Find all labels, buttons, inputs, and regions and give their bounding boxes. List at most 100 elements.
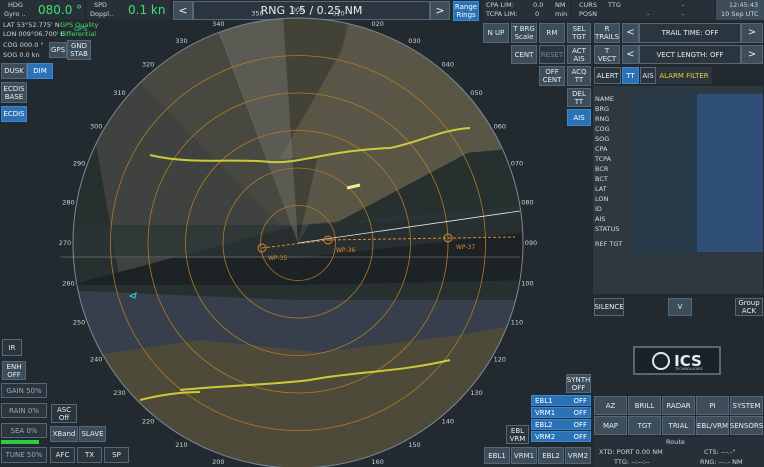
reset-button[interactable]: RESET <box>539 45 565 64</box>
menu-button-tgt[interactable]: TGT <box>628 416 661 435</box>
logo-mark-icon <box>652 351 671 370</box>
bearing-label-040: 040 <box>442 61 454 69</box>
asc-button[interactable]: ASC Off <box>51 404 77 423</box>
sp-button[interactable]: SP <box>104 447 129 463</box>
waypoint-label-3: WP-37 <box>456 244 475 251</box>
bearing-label-090: 090 <box>525 239 537 247</box>
trail-time-label[interactable]: TRAIL TIME: OFF <box>639 23 741 43</box>
tab-alarm-filter[interactable]: ALARM FILTER <box>656 67 712 84</box>
bottom-vrm1-button[interactable]: VRM1 <box>511 447 537 464</box>
bearing-label-300: 300 <box>90 123 102 131</box>
vrm2-row-value: OFF <box>573 432 587 441</box>
bearing-label-280: 280 <box>62 199 74 207</box>
act-ais-button[interactable]: ACT AIS <box>567 45 591 64</box>
vect-prev-button[interactable]: < <box>622 45 639 64</box>
ais-button[interactable]: AIS <box>567 109 591 126</box>
gain-control[interactable]: GAIN 50% <box>1 383 47 398</box>
tab-ais[interactable]: AIS <box>640 67 656 84</box>
group-ack-button[interactable]: Group ACK <box>735 298 763 316</box>
target-row-label: COG <box>595 125 610 133</box>
sel-tgt-button[interactable]: SEL TGT <box>567 23 591 43</box>
off-cent-button[interactable]: OFF CENT <box>539 66 565 86</box>
menu-button-ebl-vrm[interactable]: EBL/VRM <box>696 416 729 435</box>
target-row-label: BRG <box>595 105 610 113</box>
bearing-label-000: 000 <box>292 6 304 14</box>
target-row-label: TCPA <box>595 155 612 163</box>
r-trails-button[interactable]: R TRAILS <box>594 23 620 43</box>
v-button[interactable]: V <box>668 298 692 316</box>
ebl1-row-label: EBL1 <box>535 396 553 405</box>
route-panel: Route XTD: PORT 0.00 NM CTS: ---.-° TTG:… <box>594 437 764 467</box>
bearing-label-220: 220 <box>142 418 154 426</box>
bearing-label-290: 290 <box>73 159 85 167</box>
enh-button[interactable]: ENH OFF <box>2 361 26 380</box>
menu-button-map[interactable]: MAP <box>594 416 627 435</box>
tab-tt[interactable]: TT <box>622 67 639 84</box>
logo-subtext: TECHNOLOGIES <box>675 367 703 371</box>
bearing-label-060: 060 <box>494 123 506 131</box>
trails-prev-button[interactable]: < <box>622 23 639 43</box>
tx-button[interactable]: TX <box>77 447 102 463</box>
ebl2-row-value: OFF <box>573 420 587 429</box>
t-vect-button[interactable]: T VECT <box>594 45 620 64</box>
bearing-label-030: 030 <box>408 37 420 45</box>
slave-button[interactable]: SLAVE <box>79 426 106 442</box>
t-brg-scale-button[interactable]: T BRG Scale <box>511 23 537 43</box>
rm-button[interactable]: RM <box>539 23 565 43</box>
tab-alert[interactable]: ALERT <box>594 67 621 84</box>
target-row-label: BCR <box>595 165 609 173</box>
menu-button-trial[interactable]: TRIAL <box>662 416 695 435</box>
bearing-label-110: 110 <box>511 319 523 327</box>
target-row-label: CPA <box>595 145 608 153</box>
ebl-vrm-panel: EBL1 OFF VRM1 OFF EBL2 OFF VRM2 OFF <box>531 395 591 443</box>
bearing-label-350: 350 <box>251 10 263 18</box>
target-info-panel: NAME BRG RNG COG SOG CPA TCPA BCR BCT LAT LON ID AIS… <box>593 86 763 294</box>
del-tt-button[interactable]: DEL TT <box>567 88 591 107</box>
vect-length-label[interactable]: VECT LENGTH: OFF <box>639 45 741 64</box>
bearing-label-080: 080 <box>521 199 533 207</box>
menu-button-pi[interactable]: PI <box>696 396 729 415</box>
bottom-ebl2-button[interactable]: EBL2 <box>538 447 564 464</box>
bearing-label-240: 240 <box>90 356 102 364</box>
menu-button-sensors[interactable]: SENSORS <box>730 416 763 435</box>
tune-bar <box>1 440 39 444</box>
vect-next-button[interactable]: > <box>741 45 763 64</box>
bearing-label-270: 270 <box>59 239 71 247</box>
bearing-label-260: 260 <box>62 280 74 288</box>
vrm1-row[interactable]: VRM1 OFF <box>531 407 591 418</box>
acq-tt-button[interactable]: ACQ TT <box>567 66 591 86</box>
route-rng: RNG: ---.- NM <box>700 458 743 466</box>
tune-control[interactable]: TUNE 50% <box>1 447 47 463</box>
ebl1-row[interactable]: EBL1 OFF <box>531 395 591 406</box>
n-up-button[interactable]: N UP <box>483 23 509 43</box>
menu-button-radar[interactable]: RADAR <box>662 396 695 415</box>
sea-control[interactable]: SEA 0% <box>1 423 47 438</box>
trails-next-button[interactable]: > <box>741 23 763 43</box>
cent-button[interactable]: CENT <box>511 45 537 64</box>
vrm2-row[interactable]: VRM2 OFF <box>531 431 591 442</box>
vrm2-row-label: VRM2 <box>535 432 556 441</box>
bottom-ebl1-button[interactable]: EBL1 <box>484 447 510 464</box>
afc-button[interactable]: AFC <box>50 447 75 463</box>
target-col-a <box>633 94 696 252</box>
xband-button[interactable]: XBand <box>50 426 78 442</box>
bearing-label-010: 010 <box>332 10 344 18</box>
target-row-label: NAME <box>595 95 615 103</box>
route-cts: CTS: ---.-° <box>704 448 736 456</box>
bearing-label-070: 070 <box>511 159 523 167</box>
menu-button-az[interactable]: AZ <box>594 396 627 415</box>
silence-button[interactable]: SILENCE <box>594 298 624 316</box>
menu-button-brill[interactable]: BRILL <box>628 396 661 415</box>
synth-button[interactable]: SYNTH OFF <box>566 374 591 393</box>
rain-control[interactable]: RAIN 0% <box>1 403 47 418</box>
ebl2-row[interactable]: EBL2 OFF <box>531 419 591 430</box>
ebl1-row-value: OFF <box>573 396 587 405</box>
bottom-vrm2-button[interactable]: VRM2 <box>565 447 591 464</box>
bearing-label-160: 160 <box>371 458 383 466</box>
bearing-label-140: 140 <box>442 418 454 426</box>
ebl-vrm-toggle[interactable]: EBL VRM <box>506 425 529 444</box>
bearing-label-100: 100 <box>521 280 533 288</box>
ir-button[interactable]: IR <box>2 339 22 356</box>
target-row-label: LAT <box>595 185 607 193</box>
menu-button-system[interactable]: SYSTEM <box>730 396 763 415</box>
